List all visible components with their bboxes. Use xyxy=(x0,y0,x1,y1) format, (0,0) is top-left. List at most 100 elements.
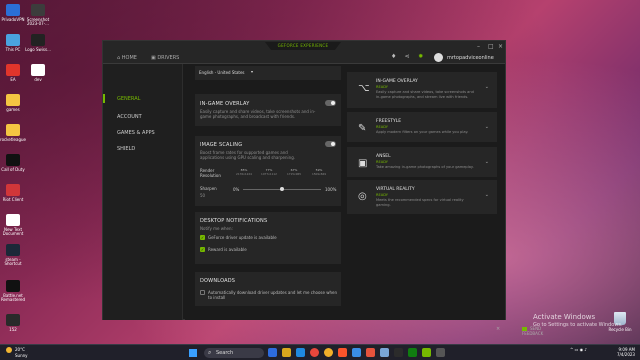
overlay-title: IN-GAME OVERLAY xyxy=(200,101,250,107)
desktop-icon[interactable]: Logo Swiss... xyxy=(23,34,53,52)
desktop-icon[interactable]: New Text Document xyxy=(0,214,28,237)
desktop-icon[interactable]: steam - Shortcut xyxy=(0,244,28,267)
sharpen-label: Sharpen xyxy=(200,186,217,191)
resolution-option[interactable]: 67% 1715x965 xyxy=(283,168,305,176)
nav-home[interactable]: ⌂ HOME xyxy=(117,55,137,61)
taskbar-folder-icon[interactable] xyxy=(282,348,291,357)
image-scaling-toggle[interactable] xyxy=(325,141,336,147)
taskbar: 20°C Sunny ⌕ Search ^ ▭ ◉ ♪ 9:09 AM 7/4/2… xyxy=(0,344,640,360)
taskbar-chrome-icon[interactable] xyxy=(310,348,319,357)
weather-widget[interactable]: 20°C Sunny xyxy=(6,347,28,358)
username[interactable]: mrtopadviceonline xyxy=(447,55,494,61)
feature-tile[interactable]: ◎ VIRTUAL REALITY READY Meets the recommend… xyxy=(347,180,497,214)
taskbar-app-icon[interactable] xyxy=(324,348,333,357)
sidebar-item-general[interactable]: GENERAL xyxy=(117,96,140,102)
desktop-icon-label: Screenshot 2023-07-... xyxy=(26,17,50,27)
feature-desc: Take amazing in-game photographs of your… xyxy=(376,165,474,169)
desktop-icon-label: games xyxy=(6,107,20,112)
resolution-option[interactable]: 59% 1509x849 xyxy=(308,168,330,176)
chevron-down-icon[interactable]: ⌄ xyxy=(485,192,489,198)
taskbar-search[interactable]: ⌕ Search xyxy=(204,348,264,358)
desktop-icon-label: Call of Duty xyxy=(1,167,25,172)
taskbar-app-icon[interactable] xyxy=(268,348,277,357)
taskbar-app-icon[interactable] xyxy=(352,348,361,357)
sun-icon xyxy=(6,347,12,353)
share-icon: ⌥ xyxy=(358,83,370,94)
notifications-title: DESKTOP NOTIFICATIONS xyxy=(200,218,268,224)
chevron-down-icon[interactable]: ▾ xyxy=(251,69,253,74)
sidebar-item-account[interactable]: ACCOUNT xyxy=(117,114,142,120)
checkbox-auto-download-label: Automatically download driver updates an… xyxy=(208,290,338,301)
close-feedback-icon[interactable]: × xyxy=(496,326,500,332)
taskbar-nvidia-icon[interactable] xyxy=(422,348,431,357)
minimize-icon[interactable]: – xyxy=(477,43,480,50)
activate-windows-watermark: Activate Windows Go to Settings to activ… xyxy=(533,313,623,328)
overlay-desc: Easily capture and share videos, take sc… xyxy=(200,109,316,120)
desktop-icon-image xyxy=(6,64,20,76)
checkbox-auto-download[interactable] xyxy=(200,290,205,295)
feature-title: IN-GAME OVERLAY xyxy=(376,79,418,84)
taskbar-edge-icon[interactable] xyxy=(296,348,305,357)
desktop-icon-label: Logo Swiss... xyxy=(25,47,51,52)
clock-date: 7/4/2023 xyxy=(617,352,635,357)
taskbar-steam-icon[interactable] xyxy=(380,348,389,357)
nav-drivers[interactable]: ▣ DRIVERS xyxy=(151,55,179,61)
taskbar-app-icon[interactable] xyxy=(436,348,445,357)
taskbar-app-icon[interactable] xyxy=(394,348,403,357)
checkbox-reward[interactable]: ✓ xyxy=(200,247,205,252)
chevron-down-icon[interactable]: ⌄ xyxy=(485,124,489,130)
resolution-options: 85% 2176x1224 77% 1977x1112 67% 1715x965 59… xyxy=(233,168,339,178)
desktop-icon[interactable]: 152 xyxy=(0,314,28,332)
desktop-icon[interactable]: Call of Duty xyxy=(0,154,28,172)
desktop-icon-label: steam - Shortcut xyxy=(4,257,22,267)
sharpen-slider-knob[interactable] xyxy=(280,187,284,191)
overlay-toggle[interactable] xyxy=(325,100,336,106)
desktop-icon[interactable]: Battle.net Remastered xyxy=(0,280,28,303)
taskbar-app-icon[interactable] xyxy=(366,348,375,357)
checkbox-driver-update[interactable]: ✓ xyxy=(200,235,205,240)
chevron-down-icon[interactable]: ⌄ xyxy=(485,159,489,165)
desktop-icon-image xyxy=(6,314,20,326)
send-feedback-button[interactable]: SEND FEEDBACK xyxy=(522,326,543,336)
desktop-icon-image xyxy=(6,34,20,46)
desktop-icon-label: 152 xyxy=(9,327,17,332)
sidebar-item-shield[interactable]: SHIELD xyxy=(117,146,135,152)
system-tray[interactable]: ^ ▭ ◉ ♪ xyxy=(570,347,587,352)
maximize-icon[interactable]: □ xyxy=(488,43,494,50)
resolution-option[interactable]: 85% 2176x1224 xyxy=(233,168,255,176)
desktop-icon[interactable]: rocketleague xyxy=(0,124,28,142)
feature-status: READY xyxy=(376,160,388,164)
settings-gear-icon[interactable]: ✹ xyxy=(418,54,424,60)
desktop-icon[interactable]: dev xyxy=(23,64,53,82)
desktop-icon-image xyxy=(6,4,20,16)
taskbar-brave-icon[interactable] xyxy=(338,348,347,357)
sidebar-item-games-apps[interactable]: GAMES & APPS xyxy=(117,130,155,136)
weather-condition: Sunny xyxy=(15,353,28,358)
title-bar-icons: ♦ ⋖ ✹ xyxy=(391,54,430,60)
avatar[interactable] xyxy=(434,53,443,62)
share-icon[interactable]: ⋖ xyxy=(405,54,411,60)
desktop-icon-label: Battle.net Remastered xyxy=(0,293,26,303)
freestyle-icon: ✎ xyxy=(358,123,367,134)
desktop-icon-image xyxy=(31,4,45,16)
render-resolution-label: Render Resolution xyxy=(200,168,221,179)
chevron-down-icon[interactable]: ⌄ xyxy=(485,84,489,90)
clock[interactable]: 9:09 AM 7/4/2023 xyxy=(617,347,635,357)
desktop-icon[interactable]: Screenshot 2023-07-... xyxy=(23,4,53,27)
desktop-icon-label: rocketleague xyxy=(0,137,26,142)
feature-tile[interactable]: ⌥ IN-GAME OVERLAY READY Easily capture and … xyxy=(347,72,497,108)
desktop-icon[interactable]: Riot Client xyxy=(0,184,28,202)
notifications-icon[interactable]: ♦ xyxy=(391,54,397,60)
start-button[interactable] xyxy=(189,349,197,357)
close-icon[interactable]: × xyxy=(498,43,503,50)
feature-desc: Meets the recommended specs for virtual … xyxy=(376,198,464,207)
image-scaling-title: IMAGE SCALING xyxy=(200,142,243,148)
image-scaling-desc: Boost frame rates for supported games an… xyxy=(200,150,296,161)
desktop-icon[interactable]: games xyxy=(0,94,28,112)
resolution-option[interactable]: 77% 1977x1112 xyxy=(258,168,280,176)
language-select[interactable]: English - United States xyxy=(199,70,245,75)
feature-tile[interactable]: ✎ FREESTYLE READY Apply modern filters on y… xyxy=(347,112,497,142)
feature-tile[interactable]: ▣ ANSEL READY Take amazing in-game photogra… xyxy=(347,147,497,177)
taskbar-xbox-icon[interactable] xyxy=(408,348,417,357)
feature-desc: Apply modern filters on your games while… xyxy=(376,130,469,134)
